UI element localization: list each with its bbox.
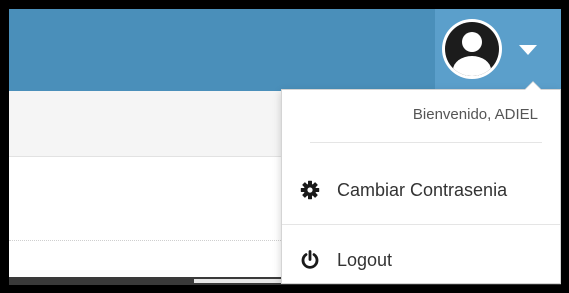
logout-item[interactable]: Logout — [282, 240, 560, 284]
power-icon — [301, 250, 319, 269]
change-password-item[interactable]: Cambiar Contrasenia — [282, 170, 560, 214]
user-menu-toggle[interactable] — [435, 9, 561, 91]
welcome-message: Bienvenido, ADIEL — [412, 106, 538, 123]
menu-divider — [310, 142, 542, 143]
gear-icon — [300, 180, 320, 200]
change-password-label: Cambiar Contrasenia — [337, 180, 508, 200]
app-frame: Bienvenido, ADIEL Cambiar Contrasenia Lo… — [9, 9, 561, 285]
dotted-divider — [9, 240, 281, 241]
user-dropdown-menu: Bienvenido, ADIEL Cambiar Contrasenia Lo… — [281, 81, 561, 284]
menu-divider — [282, 224, 560, 225]
caret-down-icon — [519, 45, 537, 55]
user-avatar-icon — [442, 19, 502, 79]
top-navbar — [9, 9, 561, 91]
logout-label: Logout — [337, 250, 393, 270]
